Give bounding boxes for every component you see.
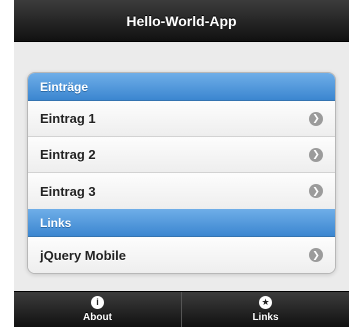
list-item-eintrag-3[interactable]: Eintrag 3 ❯ (28, 173, 335, 209)
list-item-jquery-mobile[interactable]: jQuery Mobile ❯ (28, 237, 335, 273)
tab-label: About (83, 312, 112, 323)
arrow-right-icon: ❯ (309, 248, 323, 262)
page-title: Hello-World-App (126, 12, 237, 29)
list-item-eintrag-2[interactable]: Eintrag 2 ❯ (28, 137, 335, 173)
tab-about[interactable]: i About (14, 292, 181, 327)
list-item-eintrag-1[interactable]: Eintrag 1 ❯ (28, 101, 335, 137)
tab-label: Links (252, 312, 279, 323)
list-item-label: Eintrag 2 (40, 147, 96, 162)
footer-navbar: i About ★ Links (14, 291, 349, 327)
header-bar: Hello-World-App (14, 0, 349, 42)
list-divider-eintraege: Einträge (28, 73, 335, 101)
info-icon: i (91, 296, 104, 309)
arrow-right-icon: ❯ (309, 147, 323, 162)
list-item-label: jQuery Mobile (40, 247, 126, 263)
divider-label: Einträge (40, 79, 89, 94)
arrow-right-icon: ❯ (309, 184, 323, 198)
listview: Einträge Eintrag 1 ❯ Eintrag 2 ❯ Eintrag… (27, 72, 336, 274)
list-item-label: Eintrag 1 (40, 111, 96, 126)
list-divider-links: Links (28, 209, 335, 237)
star-icon: ★ (259, 296, 272, 309)
arrow-right-icon: ❯ (309, 111, 323, 126)
app-window: Hello-World-App Einträge Eintrag 1 ❯ Ein… (14, 0, 349, 327)
list-item-label: Eintrag 3 (40, 183, 96, 199)
tab-links[interactable]: ★ Links (181, 292, 349, 327)
divider-label: Links (40, 215, 72, 230)
